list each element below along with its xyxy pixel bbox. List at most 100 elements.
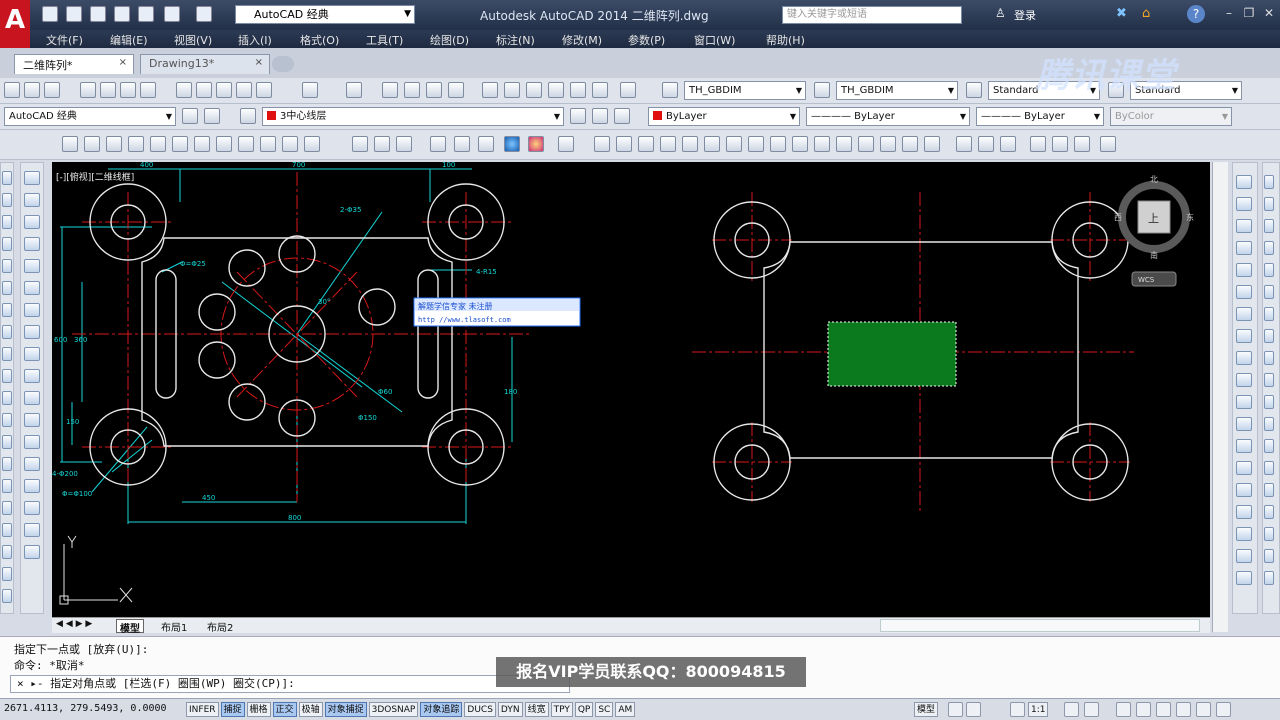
exchange-icon[interactable]: ✖ <box>1116 6 1132 22</box>
menu-insert[interactable]: 插入(I) <box>238 32 272 48</box>
modeling-box-icon[interactable] <box>594 136 610 152</box>
table-icon[interactable] <box>2 545 12 559</box>
menu-file[interactable]: 文件(F) <box>46 32 83 48</box>
status-toggle-13[interactable]: SC <box>595 702 614 717</box>
markup-icon[interactable] <box>570 82 586 98</box>
rectangle-icon[interactable] <box>2 259 12 273</box>
text-edit-icon[interactable] <box>1264 351 1274 365</box>
vs-shaded-icon[interactable] <box>528 136 544 152</box>
fly-icon[interactable] <box>1074 136 1090 152</box>
array-edit-icon[interactable] <box>1264 241 1274 255</box>
paste-icon[interactable] <box>216 82 232 98</box>
tool-palettes-icon[interactable] <box>526 82 542 98</box>
dim-arc-icon[interactable] <box>106 136 122 152</box>
make-current-icon[interactable] <box>570 108 586 124</box>
horizontal-scrollbar[interactable] <box>880 619 1200 632</box>
new-tab-button[interactable] <box>272 56 294 72</box>
3d-print-icon[interactable] <box>140 82 156 98</box>
zoom-realtime-icon[interactable] <box>404 82 420 98</box>
attribute-edit-icon[interactable] <box>1264 263 1274 277</box>
draw-order-icon[interactable] <box>1264 439 1274 453</box>
break-icon[interactable] <box>24 435 40 449</box>
polygon-icon[interactable] <box>2 237 12 251</box>
osnap-intersection-icon[interactable] <box>1236 263 1252 277</box>
array-icon[interactable] <box>24 259 40 273</box>
modeling-loft-icon[interactable] <box>858 136 874 152</box>
auto-scale-icon[interactable] <box>1084 702 1099 717</box>
modeling-planar-icon[interactable] <box>748 136 764 152</box>
revcloud-icon[interactable] <box>2 325 12 339</box>
workspace-settings-icon[interactable] <box>182 108 198 124</box>
line-icon[interactable] <box>2 171 12 185</box>
close-icon[interactable]: × <box>255 57 263 68</box>
camera-icon[interactable] <box>1030 136 1046 152</box>
workspace-select-2[interactable]: AutoCAD 经典 ▼ <box>4 107 176 126</box>
layer-previous-icon[interactable] <box>592 108 608 124</box>
dim-space-icon[interactable] <box>304 136 320 152</box>
modeling-subtract-icon[interactable] <box>902 136 918 152</box>
layer-properties-icon[interactable] <box>240 108 256 124</box>
osnap-center-icon[interactable] <box>1236 329 1252 343</box>
login-link[interactable]: 登录 <box>1014 7 1036 23</box>
menu-view[interactable]: 视图(V) <box>174 32 212 48</box>
match-properties-icon[interactable] <box>236 82 252 98</box>
tab-layout2[interactable]: 布局2 <box>204 619 236 634</box>
coordinates-readout[interactable]: 2671.4113, 279.5493, 0.0000 <box>4 703 167 714</box>
osnap-3d-icon[interactable] <box>1236 549 1252 563</box>
ellipse-icon[interactable] <box>2 369 12 383</box>
insert-block-icon[interactable] <box>2 413 12 427</box>
scale-icon[interactable] <box>24 325 40 339</box>
app-menu-button[interactable]: A <box>0 0 30 48</box>
orbit-icon[interactable] <box>956 136 972 152</box>
vertical-scrollbar[interactable] <box>1212 162 1228 632</box>
model-space-toggle[interactable]: 模型 <box>914 702 939 717</box>
block-attr-icon[interactable] <box>1264 285 1274 299</box>
point-icon[interactable] <box>2 457 12 471</box>
redo-icon[interactable] <box>196 6 212 22</box>
send-under-icon[interactable] <box>1264 527 1274 541</box>
dim-baseline-icon[interactable] <box>260 136 276 152</box>
lineweight-select[interactable]: ———— ByLayer ▼ <box>976 107 1104 126</box>
osnap-none-icon[interactable] <box>1236 505 1252 519</box>
circle-icon[interactable] <box>2 303 12 317</box>
osnap-nearest-icon[interactable] <box>1236 483 1252 497</box>
free-orbit-icon[interactable] <box>978 136 994 152</box>
erase-icon[interactable] <box>24 171 40 185</box>
rotate-icon[interactable] <box>24 303 40 317</box>
dim-aligned-icon[interactable] <box>84 136 100 152</box>
dim-ordinate-icon[interactable] <box>128 136 144 152</box>
status-toggle-12[interactable]: QP <box>574 702 594 717</box>
menu-tools[interactable]: 工具(T) <box>366 32 403 48</box>
osnap-extension-icon[interactable] <box>1236 307 1252 321</box>
make-block-icon[interactable] <box>2 435 12 449</box>
pan-icon[interactable] <box>382 82 398 98</box>
block-editor-icon[interactable] <box>256 82 272 98</box>
wcs-menu[interactable]: WCS <box>1138 276 1155 284</box>
menu-parametric[interactable]: 参数(P) <box>628 32 665 48</box>
arc-icon[interactable] <box>2 281 12 295</box>
viewcube-south[interactable]: 南 <box>1150 250 1158 260</box>
osnap-insert-icon[interactable] <box>1236 439 1252 453</box>
mirror-icon[interactable] <box>24 215 40 229</box>
undo-icon[interactable] <box>164 6 180 22</box>
osnap-settings-icon[interactable] <box>1236 527 1252 541</box>
menu-help[interactable]: 帮助(H) <box>766 32 805 48</box>
redo-icon[interactable] <box>346 82 362 98</box>
continuous-orbit-icon[interactable] <box>1000 136 1016 152</box>
status-toggle-3[interactable]: 正交 <box>272 702 297 717</box>
modeling-extrude-icon[interactable] <box>770 136 786 152</box>
tolerance-icon[interactable] <box>352 136 368 152</box>
viewcube-east[interactable]: 东 <box>1186 212 1194 222</box>
copy-icon[interactable] <box>196 82 212 98</box>
color-select[interactable]: ByLayer ▼ <box>648 107 800 126</box>
spline-edit-icon[interactable] <box>1264 219 1274 233</box>
osnap-node-icon[interactable] <box>1236 461 1252 475</box>
walk-icon[interactable] <box>1052 136 1068 152</box>
pedit-icon[interactable] <box>1264 197 1274 211</box>
mtext-icon[interactable] <box>2 567 12 581</box>
close-icon[interactable]: ✕ <box>1262 6 1276 20</box>
status-toggle-5[interactable]: 对象捕捉 <box>324 702 367 717</box>
offset-icon[interactable] <box>24 237 40 251</box>
fillet-icon[interactable] <box>24 501 40 515</box>
modeling-cone-icon[interactable] <box>660 136 676 152</box>
